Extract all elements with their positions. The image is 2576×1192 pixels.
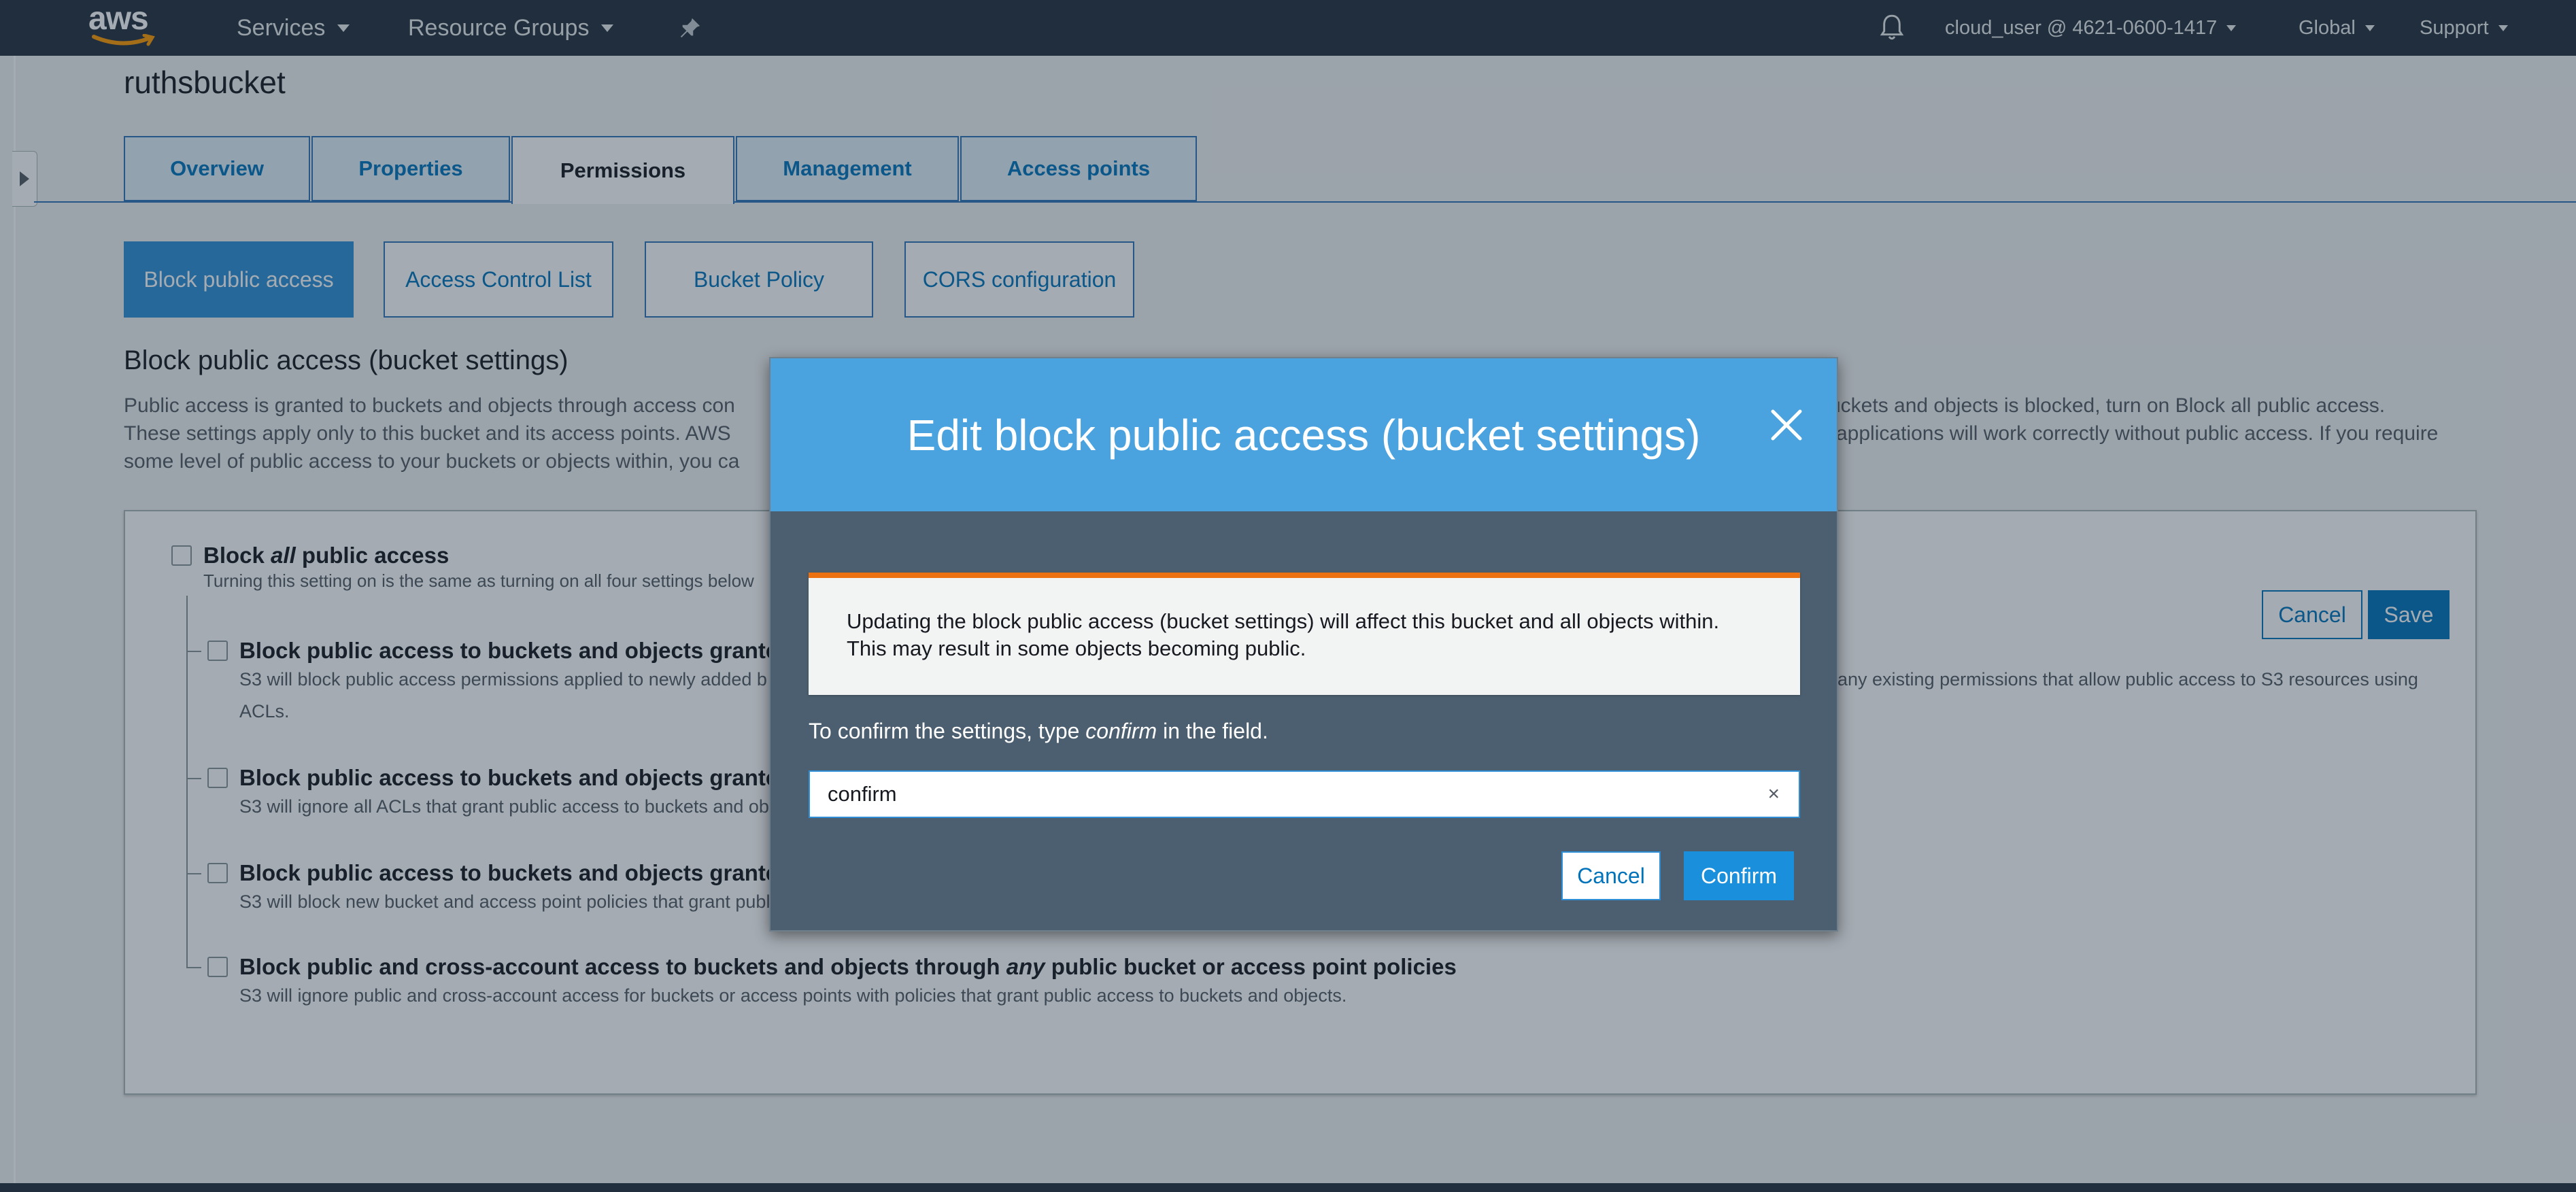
- notice-line-1: Updating the block public access (bucket…: [847, 609, 1720, 633]
- modal-header: Edit block public access (bucket setting…: [770, 358, 1837, 511]
- warning-notice-text: Updating the block public access (bucket…: [847, 608, 1772, 662]
- hint-emphasis: confirm: [1085, 719, 1157, 743]
- confirm-input-wrapper: ×: [809, 770, 1800, 818]
- notice-line-2: This may result in some objects becoming…: [847, 636, 1306, 660]
- modal-cancel-button[interactable]: Cancel: [1561, 851, 1661, 900]
- close-icon[interactable]: [1766, 405, 1807, 445]
- warning-notice: Updating the block public access (bucket…: [809, 573, 1800, 695]
- modal-title: Edit block public access (bucket setting…: [906, 410, 1701, 460]
- edit-block-public-access-modal: Edit block public access (bucket setting…: [769, 357, 1838, 932]
- confirm-input[interactable]: [828, 772, 1712, 817]
- confirm-instruction: To confirm the settings, type confirm in…: [809, 719, 1268, 744]
- clear-input-icon[interactable]: ×: [1767, 783, 1780, 806]
- hint-prefix: To confirm the settings, type: [809, 719, 1086, 743]
- modal-confirm-button[interactable]: Confirm: [1684, 851, 1794, 900]
- hint-suffix: in the field.: [1157, 719, 1268, 743]
